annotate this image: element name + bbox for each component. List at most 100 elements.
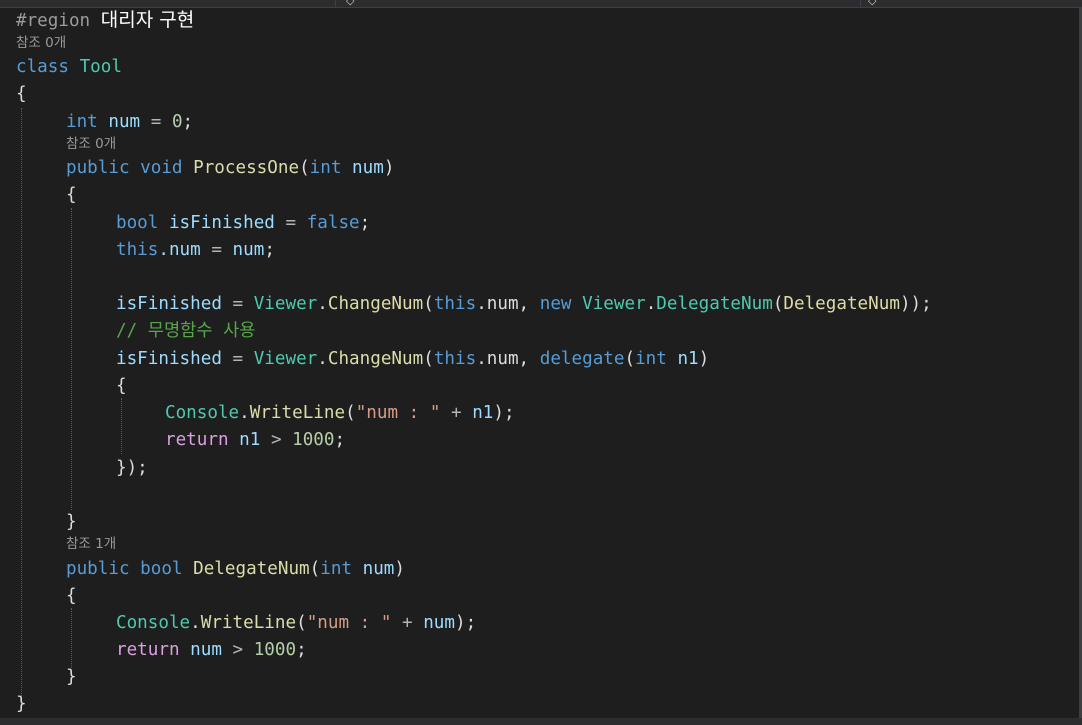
indent-guide — [121, 398, 122, 454]
punctuation: ; — [359, 213, 371, 233]
brace: { — [16, 84, 27, 104]
number-literal: 1000 — [292, 430, 335, 450]
brace: } — [16, 694, 27, 714]
codelens-delegatenum-references[interactable]: 참조 1개 — [66, 536, 116, 552]
punctuation: ; — [296, 640, 307, 660]
code-line-method-close[interactable]: } — [66, 511, 77, 533]
shield-icon[interactable]: ◇ — [868, 0, 876, 7]
member-access: .num — [158, 240, 201, 260]
code-line-anon-close[interactable]: }); — [116, 457, 148, 479]
this-keyword: this — [433, 294, 477, 314]
code-line-comment[interactable]: // 무명함수 사용 — [116, 320, 256, 342]
code-line-field[interactable]: int num = 0; — [66, 111, 193, 133]
param-name: n1 — [677, 349, 699, 369]
punctuation: ( — [423, 294, 434, 314]
method-ref: WriteLine — [249, 403, 346, 423]
brace: } — [66, 667, 77, 687]
return-keyword: return — [116, 640, 180, 660]
punctuation: . — [190, 613, 201, 633]
tab-separator — [335, 0, 336, 7]
number-literal: 1000 — [253, 640, 297, 660]
code-line-anon-return[interactable]: return n1 > 1000; — [165, 429, 345, 451]
bottom-status-strip — [0, 718, 1082, 725]
class-ref: Console — [165, 403, 240, 423]
field-name: num — [108, 112, 141, 132]
code-line-method-open[interactable]: { — [66, 184, 77, 206]
operator: = — [285, 213, 297, 233]
code-line-class-open[interactable]: { — [16, 83, 27, 105]
operator: + — [451, 403, 462, 423]
punctuation: ); — [493, 403, 515, 423]
operator: = — [150, 112, 162, 132]
code-editor[interactable]: ◇ ◇ #region 대리자 구현 참조 0개 class Tool { in… — [0, 0, 1082, 725]
param-type: int — [309, 158, 342, 178]
code-line-this-num[interactable]: this.num = num; — [116, 239, 275, 261]
this-keyword: this — [433, 349, 477, 369]
comment: // 무명함수 사용 — [116, 321, 256, 341]
punctuation: )); — [899, 294, 932, 314]
bool-literal: false — [306, 213, 360, 233]
return-type: void — [140, 158, 183, 178]
code-line-return[interactable]: return num > 1000; — [116, 639, 307, 661]
param-ref: num — [190, 640, 222, 660]
variable-ref: isFinished — [116, 294, 222, 314]
brace: { — [66, 586, 77, 606]
code-line-anon-writeline[interactable]: Console.WriteLine("num : " + n1); — [165, 402, 515, 424]
punctuation: . — [239, 403, 250, 423]
codelens-processone-references[interactable]: 참조 0개 — [66, 136, 116, 152]
punctuation: ; — [182, 112, 194, 132]
type-keyword: int — [66, 112, 98, 132]
method-ref: WriteLine — [200, 613, 297, 633]
codelens-class-references[interactable]: 참조 0개 — [16, 35, 66, 51]
param-ref: num — [423, 613, 455, 633]
code-line-isfinished-decl[interactable]: bool isFinished = false; — [116, 212, 370, 234]
punctuation: ( — [772, 294, 784, 314]
method-ref: ChangeNum — [327, 294, 424, 314]
delegate-type: DelegateNum — [656, 294, 773, 314]
code-line-method-close[interactable]: } — [66, 666, 77, 688]
code-line-class[interactable]: class Tool — [16, 56, 122, 78]
code-line-writeline[interactable]: Console.WriteLine("num : " + num); — [116, 612, 476, 634]
punctuation: . — [317, 349, 328, 369]
code-line-changenum-delegate[interactable]: isFinished = Viewer.ChangeNum(this.num, … — [116, 348, 709, 370]
indent-guide — [71, 608, 72, 668]
punctuation: ( — [345, 403, 356, 423]
delegate-keyword: delegate — [539, 349, 625, 369]
punctuation: ; — [334, 430, 346, 450]
method-ref: ChangeNum — [327, 349, 424, 369]
code-line-region[interactable]: #region 대리자 구현 — [16, 9, 194, 31]
param-name: num — [352, 158, 384, 178]
new-keyword: new — [539, 294, 572, 314]
punctuation: . — [317, 294, 328, 314]
punctuation: ( — [299, 158, 310, 178]
code-line-changenum-new[interactable]: isFinished = Viewer.ChangeNum(this.num, … — [116, 293, 932, 315]
class-ref: Console — [116, 613, 191, 633]
brace: { — [116, 376, 127, 396]
code-line-anon-open[interactable]: { — [116, 375, 127, 397]
punctuation: ; — [264, 240, 275, 260]
method-name: DelegateNum — [193, 559, 310, 579]
punctuation: }); — [116, 458, 148, 478]
param-ref: num — [232, 240, 265, 260]
punctuation: ( — [309, 559, 321, 579]
code-line-method-open[interactable]: { — [66, 585, 77, 607]
member-access: .num, — [476, 294, 530, 314]
this-keyword: this — [116, 240, 159, 260]
punctuation: ( — [423, 349, 434, 369]
class-name: Tool — [79, 57, 122, 77]
param-type: int — [320, 559, 353, 579]
code-line-processone-signature[interactable]: public void ProcessOne(int num) — [66, 157, 394, 179]
region-directive: #region — [16, 11, 91, 31]
class-ref: Viewer — [253, 349, 318, 369]
chevron-icon[interactable]: ◇ — [346, 0, 354, 7]
punctuation: ) — [394, 559, 405, 579]
member-access: .num, — [476, 349, 530, 369]
code-line-delegatenum-signature[interactable]: public bool DelegateNum(int num) — [66, 558, 405, 580]
code-line-class-close[interactable]: } — [16, 693, 27, 715]
class-ref: Viewer — [253, 294, 318, 314]
punctuation: ) — [383, 158, 395, 178]
punctuation: ( — [624, 349, 636, 369]
modifier-keyword: public — [66, 559, 130, 579]
param-ref: n1 — [239, 430, 261, 450]
tab-separator — [860, 0, 861, 7]
